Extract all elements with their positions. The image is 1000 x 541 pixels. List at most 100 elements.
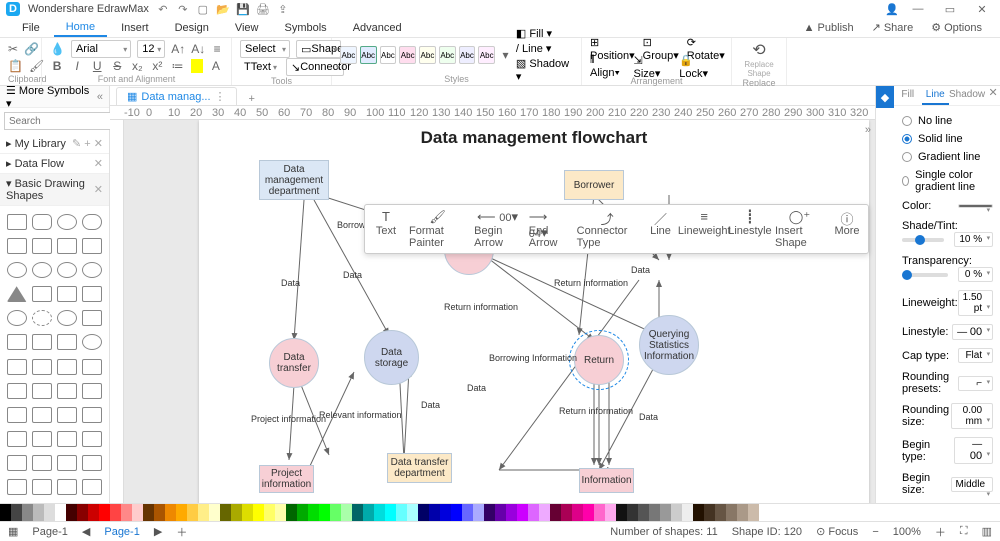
shape-9[interactable]: [7, 262, 27, 278]
shape-ellipse[interactable]: [57, 214, 77, 230]
cut-icon[interactable]: ✂: [8, 41, 18, 57]
expand-right-icon[interactable]: »: [865, 124, 871, 136]
shape-15[interactable]: [57, 286, 77, 302]
node-dmd[interactable]: Data management department: [259, 160, 329, 200]
palette-color[interactable]: [110, 504, 121, 521]
dropper-icon[interactable]: 💧: [50, 41, 65, 57]
palette-color[interactable]: [77, 504, 88, 521]
open-icon[interactable]: 📂: [217, 3, 229, 15]
palette-color[interactable]: [737, 504, 748, 521]
view-icon[interactable]: ▥: [982, 525, 992, 538]
menu-view[interactable]: View: [223, 20, 271, 36]
minimize-button[interactable]: —: [906, 3, 930, 15]
shape-pill[interactable]: [82, 214, 102, 230]
rp-tab-shadow[interactable]: Shadow: [949, 86, 985, 105]
ft-format-painter[interactable]: 🖌Format Painter: [409, 209, 466, 249]
palette-color[interactable]: [143, 504, 154, 521]
shape-38[interactable]: [32, 431, 52, 447]
palette-color[interactable]: [308, 504, 319, 521]
palette-color[interactable]: [396, 504, 407, 521]
palette-color[interactable]: [748, 504, 759, 521]
palette-color[interactable]: [319, 504, 330, 521]
palette-color[interactable]: [726, 504, 737, 521]
export-icon[interactable]: ⇪: [277, 3, 289, 15]
menu-file[interactable]: File: [10, 20, 52, 36]
shape-45[interactable]: [7, 479, 27, 495]
palette-color[interactable]: [583, 504, 594, 521]
shape-8[interactable]: [82, 238, 102, 254]
shape-32[interactable]: [82, 383, 102, 399]
palette-color[interactable]: [99, 504, 110, 521]
palette-color[interactable]: [341, 504, 352, 521]
avatar-icon[interactable]: 👤: [886, 3, 898, 15]
maximize-button[interactable]: ▭: [938, 3, 962, 16]
palette-color[interactable]: [22, 504, 33, 521]
more-symbols-header[interactable]: ☰ More Symbols ▾ «: [0, 86, 109, 108]
shade-val[interactable]: 10 %: [954, 232, 993, 247]
palette-color[interactable]: [561, 504, 572, 521]
shape-37[interactable]: [7, 431, 27, 447]
ft-linestyle[interactable]: ┋Linestyle: [733, 209, 767, 249]
palette-color[interactable]: [0, 504, 11, 521]
rp-tab-line[interactable]: Line: [922, 86, 950, 105]
page-selector[interactable]: Page-1: [104, 526, 139, 538]
palette-color[interactable]: [517, 504, 528, 521]
palette-color[interactable]: [715, 504, 726, 521]
shape-39[interactable]: [57, 431, 77, 447]
font-size-combo[interactable]: 12: [137, 40, 165, 58]
increase-font-icon[interactable]: A↑: [171, 41, 185, 57]
rp-val[interactable]: ⌐: [958, 376, 993, 391]
shape-41[interactable]: [7, 455, 27, 471]
strike-button[interactable]: S: [110, 58, 124, 74]
zoom-in-icon[interactable]: ＋: [935, 524, 946, 540]
palette-color[interactable]: [253, 504, 264, 521]
redo-icon[interactable]: ↷: [177, 3, 189, 15]
color-swatch[interactable]: [958, 204, 993, 208]
palette-color[interactable]: [495, 504, 506, 521]
transp-slider[interactable]: [902, 273, 948, 277]
node-return[interactable]: Return: [574, 335, 624, 385]
underline-button[interactable]: U: [90, 58, 104, 74]
doc-tab-active[interactable]: ▦Data manag...⋮: [116, 87, 237, 105]
palette-color[interactable]: [242, 504, 253, 521]
palette-color[interactable]: [385, 504, 396, 521]
style-swatch-3[interactable]: Abc: [380, 46, 397, 64]
shape-21[interactable]: [7, 334, 27, 350]
align-icon[interactable]: ≡: [211, 41, 223, 57]
close-button[interactable]: ✕: [970, 3, 994, 16]
shape-36[interactable]: [82, 407, 102, 423]
palette-color[interactable]: [638, 504, 649, 521]
page-next-icon[interactable]: ▶: [154, 525, 162, 538]
node-dstorage[interactable]: Data storage: [364, 330, 419, 385]
select-tool[interactable]: Select: [240, 40, 290, 58]
shape-42[interactable]: [32, 455, 52, 471]
palette-color[interactable]: [605, 504, 616, 521]
palette-color[interactable]: [154, 504, 165, 521]
shape-10[interactable]: [32, 262, 52, 278]
ft-connector-type[interactable]: ⤴Connector Type: [577, 209, 638, 249]
palette-color[interactable]: [462, 504, 473, 521]
palette-color[interactable]: [660, 504, 671, 521]
cat-my-library[interactable]: ▸ My Library✎ + ✕: [0, 134, 109, 154]
palette-color[interactable]: [429, 504, 440, 521]
node-borrower[interactable]: Borrower: [564, 170, 624, 200]
page-prev-icon[interactable]: ◀: [82, 525, 90, 538]
shape-30[interactable]: [32, 383, 52, 399]
palette-color[interactable]: [649, 504, 660, 521]
palette-color[interactable]: [594, 504, 605, 521]
font-color-icon[interactable]: A: [209, 58, 223, 74]
shape-27[interactable]: [57, 359, 77, 375]
palette-color[interactable]: [330, 504, 341, 521]
styles-more-icon[interactable]: ▾: [498, 47, 513, 63]
palette-color[interactable]: [627, 504, 638, 521]
zoom-out-icon[interactable]: −: [872, 526, 878, 538]
palette-color[interactable]: [484, 504, 495, 521]
palette-color[interactable]: [418, 504, 429, 521]
palette-color[interactable]: [44, 504, 55, 521]
style-swatch-7[interactable]: Abc: [459, 46, 476, 64]
palette-color[interactable]: [352, 504, 363, 521]
ft-lineweight[interactable]: ≡Lineweight: [684, 209, 725, 249]
shape-rect[interactable]: [7, 214, 27, 230]
publish-button[interactable]: ▲Publish: [796, 20, 862, 36]
palette-color[interactable]: [550, 504, 561, 521]
